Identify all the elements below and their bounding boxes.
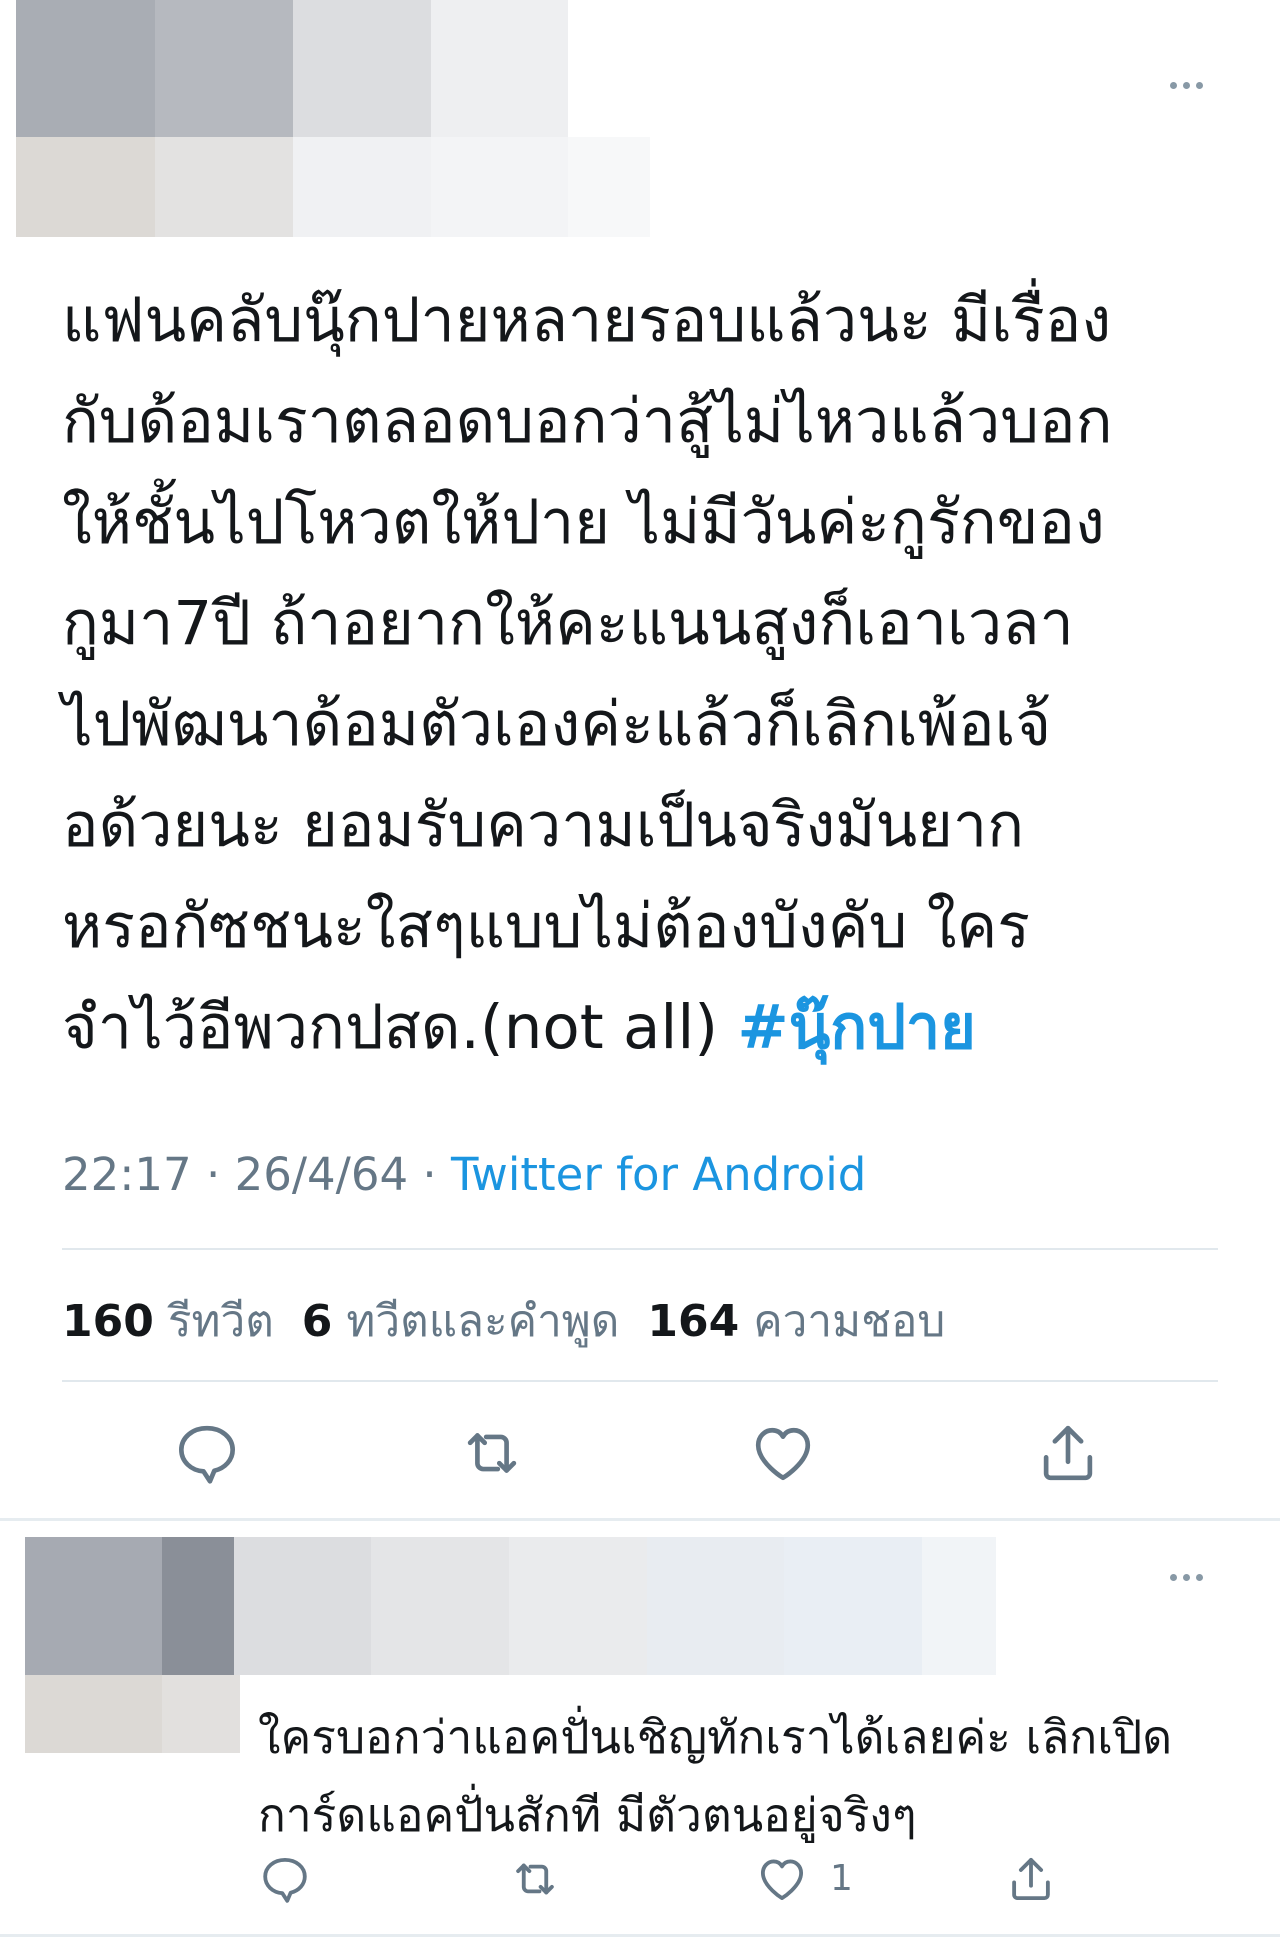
- reply-button[interactable]: [172, 1418, 242, 1488]
- tweet-body: แฟนคลับนุ๊กปายหลายรอบแล้วนะ มีเรื่อง กับ…: [62, 285, 1113, 1063]
- reply-reply-button[interactable]: [258, 1852, 312, 1906]
- likes-stat[interactable]: 164 ความชอบ: [647, 1296, 973, 1347]
- reply-like-count: 1: [830, 1858, 853, 1899]
- retweets-count: 160: [62, 1296, 154, 1347]
- heart-icon: [760, 1859, 804, 1901]
- retweet-button[interactable]: [457, 1418, 527, 1488]
- more-dots-icon: [1170, 82, 1177, 89]
- retweets-label: รีทวีต: [167, 1296, 274, 1347]
- retweet-arrows-icon: [467, 1433, 517, 1473]
- tweet-separator: [0, 1518, 1280, 1521]
- share-button[interactable]: [1033, 1418, 1103, 1488]
- main-tweet: แฟนคลับนุ๊กปายหลายรอบแล้วนะ มีเรื่อง กับ…: [0, 0, 1280, 1518]
- divider: [62, 1248, 1218, 1250]
- tweet-text: แฟนคลับนุ๊กปายหลายรอบแล้วนะ มีเรื่อง กับ…: [62, 270, 1242, 1078]
- more-dots-icon: [1170, 1574, 1177, 1581]
- like-button[interactable]: [748, 1418, 818, 1488]
- likes-label: ความชอบ: [753, 1296, 946, 1347]
- reply-retweet-button[interactable]: [508, 1852, 562, 1906]
- bottom-separator: [0, 1934, 1280, 1937]
- reply-text: ใครบอกว่าแอคปั่นเชิญทักเราได้เลยค่ะ เลิก…: [258, 1710, 1173, 1842]
- hashtag-link[interactable]: #นุ๊กปาย: [737, 992, 975, 1063]
- tweet-metadata: 22:17 · 26/4/64 · Twitter for Android: [62, 1148, 866, 1201]
- reply-share-button[interactable]: [1004, 1852, 1058, 1906]
- speech-bubble-icon: [263, 1857, 307, 1903]
- quotes-label: ทวีตและคำพูด: [346, 1296, 620, 1347]
- retweets-stat[interactable]: 160 รีทวีต: [62, 1296, 302, 1347]
- likes-count: 164: [647, 1296, 740, 1347]
- divider: [62, 1380, 1218, 1382]
- quotes-count: 6: [301, 1296, 333, 1347]
- reply-more-options-button[interactable]: [1170, 1574, 1203, 1581]
- speech-bubble-icon: [179, 1425, 235, 1484]
- tweet-time[interactable]: 22:17: [62, 1148, 192, 1201]
- engagement-stats: 160 รีทวีต 6 ทวีตและคำพูด 164 ความชอบ: [62, 1286, 973, 1356]
- reply-like-button[interactable]: [755, 1852, 809, 1906]
- tweet-date[interactable]: 26/4/64: [235, 1148, 408, 1201]
- share-upload-icon: [1043, 1425, 1093, 1481]
- heart-icon: [755, 1427, 811, 1481]
- quotes-stat[interactable]: 6 ทวีตและคำพูด: [302, 1296, 648, 1347]
- meta-separator: ·: [191, 1148, 235, 1201]
- retweet-arrows-icon: [516, 1863, 554, 1895]
- tweet-source-link[interactable]: Twitter for Android: [451, 1148, 866, 1201]
- meta-separator: ·: [408, 1148, 452, 1201]
- more-options-button[interactable]: [1170, 82, 1203, 89]
- share-upload-icon: [1012, 1857, 1050, 1901]
